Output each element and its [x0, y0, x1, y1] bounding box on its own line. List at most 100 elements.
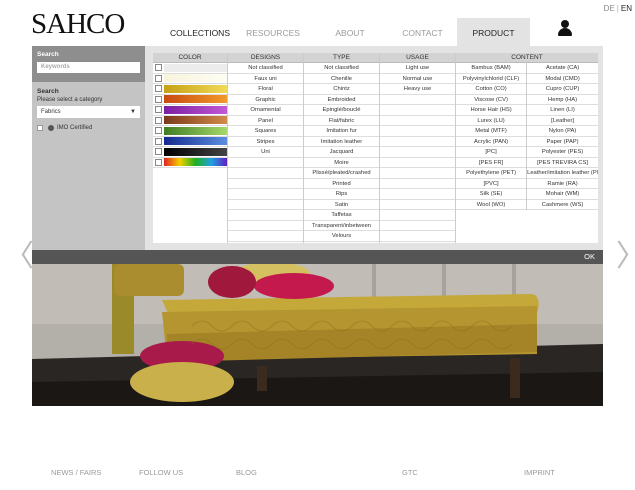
design-option[interactable]: Uni	[228, 147, 303, 158]
content-option[interactable]: Nylon (PA)	[527, 126, 598, 137]
color-checkbox[interactable]	[155, 127, 162, 135]
footer-link-news-fairs[interactable]: NEWS / FAIRS	[51, 468, 101, 477]
design-option[interactable]: Floral	[228, 84, 303, 95]
nav-product-finder[interactable]: PRODUCT FINDER	[457, 18, 530, 68]
footer-link-imprint[interactable]: IMPRINT	[524, 468, 555, 477]
color-checkbox[interactable]	[155, 106, 162, 114]
usage-option	[380, 126, 455, 137]
user-account-icon[interactable]	[557, 20, 573, 36]
footer-link-follow-us[interactable]: FOLLOW US	[139, 468, 183, 477]
type-option[interactable]: Imitation fur	[304, 126, 379, 137]
design-option[interactable]: Faux uni	[228, 74, 303, 84]
previous-slide-arrow-icon[interactable]: 〈	[4, 242, 34, 272]
imo-badge-icon	[48, 125, 54, 131]
color-checkbox[interactable]	[155, 116, 162, 124]
content-option[interactable]: Horse Hair (HS)	[456, 105, 527, 116]
nav-contact[interactable]: CONTACT	[388, 18, 457, 48]
content-option[interactable]: [PC]	[456, 147, 527, 158]
content-option[interactable]: Metal (MTF)	[456, 126, 527, 137]
design-option[interactable]: Graphic	[228, 95, 303, 105]
type-option[interactable]: Flat/fabric	[304, 116, 379, 126]
content-option[interactable]: Paper (PAP)	[527, 137, 598, 147]
type-option[interactable]: Taffetas	[304, 210, 379, 221]
color-checkbox[interactable]	[155, 64, 162, 72]
content-option[interactable]: Mohair (WM)	[527, 189, 598, 200]
type-option[interactable]: Epinglé/bouclé	[304, 105, 379, 116]
content-option[interactable]: Wool (WO)	[456, 200, 527, 210]
color-option-black[interactable]	[153, 147, 227, 158]
keywords-input[interactable]: Keywords	[37, 62, 140, 73]
content-option[interactable]: Polyethylene (PET)	[456, 168, 527, 179]
type-option[interactable]: Velours	[304, 231, 379, 242]
color-checkbox[interactable]	[155, 148, 162, 156]
color-checkbox[interactable]	[155, 95, 162, 103]
color-option-violet[interactable]	[153, 105, 227, 116]
color-option-green[interactable]	[153, 126, 227, 137]
design-option[interactable]: Ornamental	[228, 105, 303, 116]
content-option[interactable]: Cupro (CUP)	[527, 84, 598, 95]
type-option[interactable]: Embroided	[304, 95, 379, 105]
type-option[interactable]: Satin	[304, 200, 379, 210]
nav-resources[interactable]: RESOURCES	[234, 18, 312, 48]
design-option[interactable]: Panel	[228, 116, 303, 126]
nav-collections[interactable]: COLLECTIONS	[166, 18, 234, 48]
type-option[interactable]: Rips	[304, 189, 379, 200]
design-option[interactable]: Squares	[228, 126, 303, 137]
content-option[interactable]: Acrylic (PAN)	[456, 137, 527, 147]
next-slide-arrow-icon[interactable]: 〉	[616, 242, 635, 272]
content-option[interactable]: Cashmere (WS)	[527, 200, 598, 210]
type-option[interactable]: Imitation leather	[304, 137, 379, 147]
usage-option[interactable]: Light use	[380, 63, 455, 74]
sahco-logo[interactable]: SAHCO	[31, 8, 125, 41]
color-checkbox[interactable]	[155, 74, 162, 82]
usage-option[interactable]: Normal use	[380, 74, 455, 84]
type-option[interactable]: Chintz	[304, 84, 379, 95]
type-option[interactable]: Printed	[304, 179, 379, 189]
usage-option[interactable]: Heavy use	[380, 84, 455, 95]
design-option[interactable]: Not classified	[228, 63, 303, 74]
type-option[interactable]: Transparent/inbetween	[304, 221, 379, 231]
content-option[interactable]: Hemp (HA)	[527, 95, 598, 105]
lang-de[interactable]: DE	[604, 4, 615, 13]
footer-link-blog[interactable]: BLOG	[236, 468, 257, 477]
color-checkbox[interactable]	[155, 158, 162, 166]
content-option[interactable]: [Leather]	[527, 116, 598, 126]
color-option-orange[interactable]	[153, 95, 227, 105]
type-option[interactable]: Moire	[304, 158, 379, 168]
content-option[interactable]: Bambus (BAM)	[456, 63, 527, 74]
color-option-multicolor[interactable]	[153, 158, 227, 168]
content-option[interactable]: Viscose (CV)	[456, 95, 527, 105]
color-option-brown[interactable]	[153, 116, 227, 126]
content-option[interactable]: [PVC]	[456, 179, 527, 189]
type-option[interactable]: Not classified	[304, 63, 379, 74]
content-option[interactable]: [PES TREVIRA CS]	[527, 158, 598, 168]
ok-button[interactable]: OK	[584, 250, 595, 264]
design-option[interactable]: Stripes	[228, 137, 303, 147]
content-option[interactable]: Cotton (CO)	[456, 84, 527, 95]
content-option[interactable]: [PES FR]	[456, 158, 527, 168]
imo-certified-option[interactable]: IMO Certified	[37, 125, 140, 131]
lang-en[interactable]: EN	[621, 4, 632, 13]
category-select[interactable]: Fabrics ▼	[37, 106, 140, 118]
nav-about[interactable]: ABOUT	[312, 18, 388, 48]
type-option[interactable]: Chenille	[304, 74, 379, 84]
color-option-cream[interactable]	[153, 74, 227, 84]
content-option[interactable]: Polyester (PES)	[527, 147, 598, 158]
content-option[interactable]: Modal (CMD)	[527, 74, 598, 84]
content-option[interactable]: Polyvinylchlorid (CLF)	[456, 74, 527, 84]
content-option[interactable]: Silk (SE)	[456, 189, 527, 200]
color-option-yellow[interactable]	[153, 84, 227, 95]
content-option[interactable]: Leather/imitation leather (Pl	[527, 168, 598, 179]
color-checkbox[interactable]	[155, 137, 162, 145]
content-option[interactable]: Ramie (RA)	[527, 179, 598, 189]
content-option[interactable]: Linen (LI)	[527, 105, 598, 116]
type-option[interactable]: Plissé/pleated/crashed	[304, 168, 379, 179]
color-checkbox[interactable]	[155, 85, 162, 93]
imo-checkbox[interactable]	[37, 125, 43, 131]
color-option-blue[interactable]	[153, 137, 227, 147]
content-option[interactable]: Lurex (LU)	[456, 116, 527, 126]
color-option-white[interactable]	[153, 63, 227, 74]
type-option[interactable]: Jacquard	[304, 147, 379, 158]
content-option[interactable]: Acetate (CA)	[527, 63, 598, 74]
footer-link-gtc[interactable]: GTC	[402, 468, 418, 477]
